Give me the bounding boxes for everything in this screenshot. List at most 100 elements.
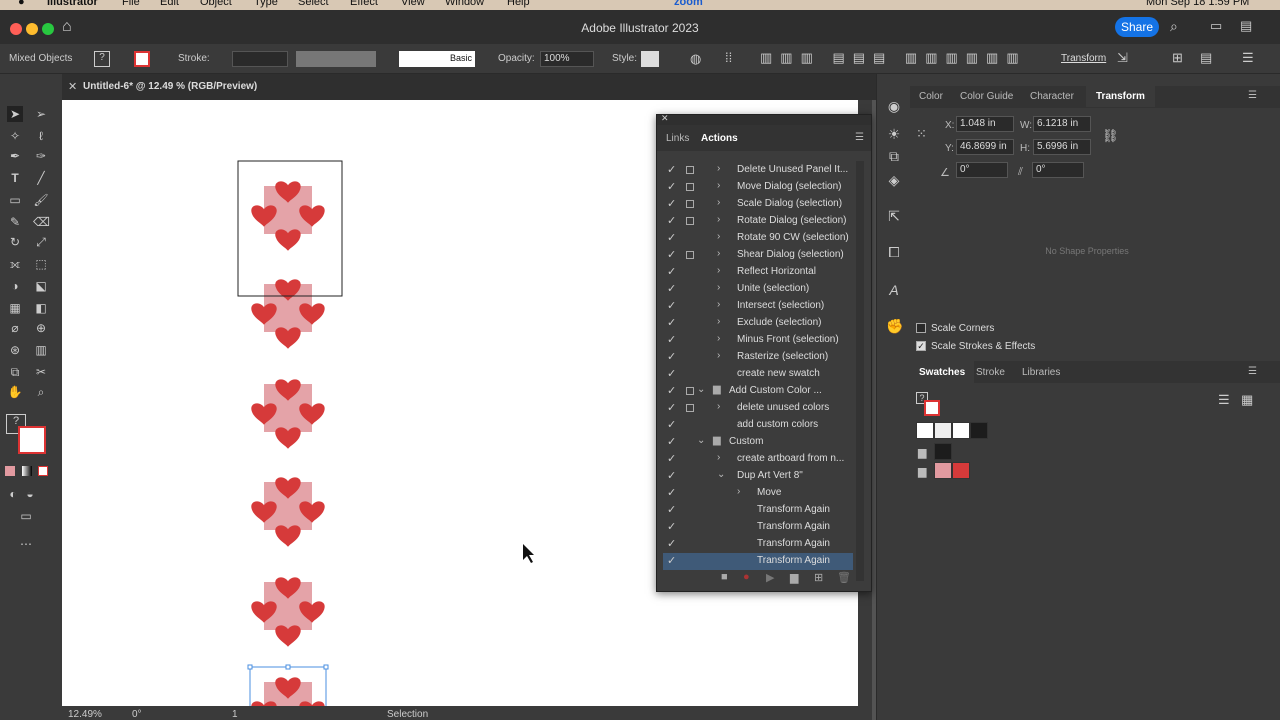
tab-libraries[interactable]: Libraries [1022, 367, 1060, 378]
shaper-tool-icon[interactable]: ✎ [7, 214, 23, 230]
check-icon[interactable]: ✓ [667, 282, 676, 295]
y-field[interactable]: 46.8699 in [956, 139, 1014, 155]
chevron-right-icon[interactable]: › [717, 163, 720, 174]
check-icon[interactable]: ✓ [667, 520, 676, 533]
chevron-right-icon[interactable]: › [717, 282, 720, 293]
arrange-documents-icon[interactable]: ▭ [1210, 18, 1222, 34]
menu-select[interactable]: Select [298, 0, 329, 8]
list-view-icon[interactable]: ☰ [1218, 392, 1230, 408]
menu-window[interactable]: Window [445, 0, 484, 8]
action-row[interactable]: ✓ › Unite (selection) [663, 281, 853, 298]
align-to-icon[interactable]: ⁞⁞ [725, 50, 732, 65]
more-options-icon[interactable]: ▤ [1200, 50, 1212, 66]
hand-tool-icon[interactable]: ✋ [7, 384, 23, 400]
check-icon[interactable]: ✓ [667, 350, 676, 363]
play-icon[interactable]: ▶ [766, 571, 774, 584]
check-icon[interactable]: ✓ [667, 231, 676, 244]
chevron-down-icon[interactable]: ⌄ [717, 469, 725, 480]
tab-character[interactable]: Character [1030, 91, 1074, 102]
swatch-white[interactable] [952, 422, 970, 439]
action-row[interactable]: ✓ ⌄ Dup Art Vert 8" [663, 468, 853, 485]
check-icon[interactable]: ✓ [667, 197, 676, 210]
panel-menu-icon[interactable]: ☰ [1242, 50, 1254, 66]
recolor-icon[interactable]: ◍ [690, 51, 701, 67]
check-icon[interactable]: ✓ [667, 554, 676, 567]
current-tool-status[interactable]: Selection [387, 709, 428, 720]
check-icon[interactable]: ✓ [667, 367, 676, 380]
check-icon[interactable]: ✓ [667, 469, 676, 482]
action-row[interactable]: ✓ › create artboard from n... [663, 451, 853, 468]
opacity-label[interactable]: Opacity: [498, 53, 535, 64]
dialog-toggle-box[interactable] [686, 166, 694, 174]
action-row[interactable]: ✓ › Scale Dialog (selection) [663, 196, 853, 213]
zoom-level[interactable]: 12.49% [68, 709, 102, 720]
check-icon[interactable]: ✓ [667, 180, 676, 193]
stroke-weight-field[interactable] [232, 51, 288, 67]
tab-color[interactable]: Color [919, 91, 943, 102]
action-row[interactable]: ✓ Transform Again [663, 502, 853, 519]
scale-tool-icon[interactable]: ⤢ [33, 234, 49, 250]
check-icon[interactable]: ✓ [667, 316, 676, 329]
dialog-toggle-box[interactable] [686, 200, 694, 208]
chevron-right-icon[interactable]: › [717, 197, 720, 208]
check-icon[interactable]: ✓ [667, 248, 676, 261]
stop-recording-icon[interactable]: ■ [721, 571, 728, 583]
action-row[interactable]: ✓ › Rotate Dialog (selection) [663, 213, 853, 230]
fill-unknown-icon[interactable]: ? [94, 51, 110, 67]
scale-strokes-checkbox[interactable]: ✓ [916, 341, 926, 351]
check-icon[interactable]: ✓ [667, 265, 676, 278]
swatch-group-black[interactable] [934, 443, 952, 460]
menubar-clock[interactable]: Mon Sep 18 1:59 PM [1146, 0, 1249, 8]
share-button[interactable]: Share [1115, 17, 1159, 37]
shape-builder-tool-icon[interactable]: ◑ [7, 278, 23, 294]
color-panel-icon[interactable]: ◉ [886, 98, 902, 114]
action-row[interactable]: ✓ › Exclude (selection) [663, 315, 853, 332]
stroke-none-indicator[interactable] [18, 426, 46, 454]
chevron-right-icon[interactable]: › [717, 265, 720, 276]
menu-view[interactable]: View [401, 0, 425, 8]
stroke-none-icon[interactable] [134, 51, 150, 67]
dialog-toggle-box[interactable] [686, 217, 694, 225]
chevron-down-icon[interactable]: ⌄ [697, 435, 705, 446]
apple-icon[interactable]: ● [18, 0, 25, 8]
gradient-mode-icon[interactable] [22, 466, 32, 476]
check-icon[interactable]: ✓ [667, 486, 676, 499]
action-row[interactable]: ✓ Transform Again [663, 553, 853, 570]
zoom-status-icon[interactable]: zoom [674, 0, 703, 8]
line-tool-icon[interactable]: ╱ [33, 170, 49, 186]
paintbrush-tool-icon[interactable]: 🖌 [33, 192, 49, 208]
transform-link[interactable]: Transform [1061, 53, 1106, 64]
column-graph-tool-icon[interactable]: ▥ [33, 342, 49, 358]
dialog-toggle-box[interactable] [686, 251, 694, 259]
chevron-right-icon[interactable]: › [717, 180, 720, 191]
glyphs-panel-icon[interactable]: A [886, 282, 902, 298]
action-row[interactable]: ✓ › Move [663, 485, 853, 502]
direct-selection-tool-icon[interactable]: ➢ [33, 106, 49, 122]
panel-menu-icon[interactable]: ☰ [1248, 366, 1257, 377]
graphic-style-swatch[interactable] [641, 51, 659, 67]
draw-normal-icon[interactable]: ◐ [5, 486, 21, 502]
grid-view-icon[interactable]: ▦ [1241, 392, 1253, 408]
swatch-group-folder-icon[interactable]: ▆ [918, 446, 926, 459]
check-icon[interactable]: ✓ [667, 452, 676, 465]
puppet-panel-icon[interactable]: ✊ [886, 318, 903, 334]
symbol-sprayer-tool-icon[interactable]: ⊛ [7, 342, 23, 358]
type-tool-icon[interactable]: T [7, 170, 23, 186]
swatch-registration[interactable] [934, 422, 952, 439]
menu-type[interactable]: Type [254, 0, 278, 8]
chevron-right-icon[interactable]: › [717, 401, 720, 412]
chevron-right-icon[interactable]: › [717, 231, 720, 242]
artboard-tool-icon[interactable]: ⧉ [7, 364, 23, 380]
live-paint-tool-icon[interactable]: ⬕ [33, 278, 49, 294]
action-row[interactable]: ✓ › Delete Unused Panel It... [663, 162, 853, 179]
new-set-icon[interactable]: ▆ [790, 571, 798, 584]
search-icon[interactable]: ⌕ [1170, 18, 1178, 35]
action-row[interactable]: ✓ › Move Dialog (selection) [663, 179, 853, 196]
menu-effect[interactable]: Effect [350, 0, 378, 8]
chevron-right-icon[interactable]: › [737, 486, 740, 497]
action-row[interactable]: ✓ Transform Again [663, 519, 853, 536]
check-icon[interactable]: ✓ [667, 214, 676, 227]
menu-file[interactable]: File [122, 0, 140, 8]
action-row[interactable]: ✓ ⌄ ▆ Custom [663, 434, 853, 451]
check-icon[interactable]: ✓ [667, 435, 676, 448]
